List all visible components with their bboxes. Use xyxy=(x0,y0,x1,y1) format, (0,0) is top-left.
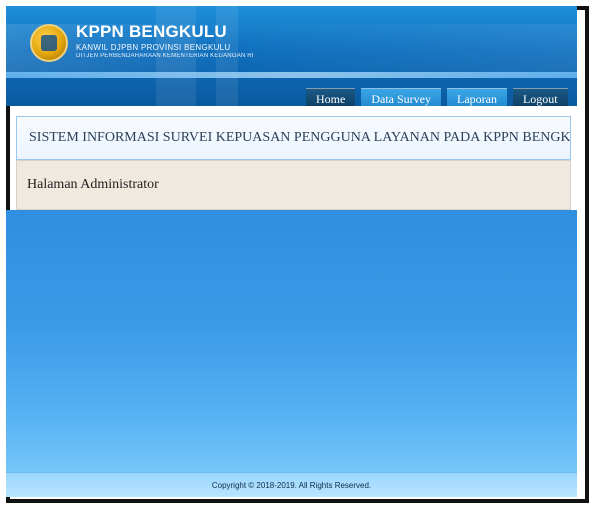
brand-block: KPPN BENGKULU KANWIL DJPBN PROVINSI BENG… xyxy=(76,22,254,59)
site-header: KPPN BENGKULU KANWIL DJPBN PROVINSI BENG… xyxy=(6,6,577,106)
page-title: SISTEM INFORMASI SURVEI KEPUASAN PENGGUN… xyxy=(16,116,571,160)
site-footer: Copyright © 2018-2019. All Rights Reserv… xyxy=(6,472,577,497)
content-area xyxy=(6,210,577,472)
page-title-text: SISTEM INFORMASI SURVEI KEPUASAN PENGGUN… xyxy=(29,130,571,145)
nav-laporan[interactable]: Laporan xyxy=(446,88,507,106)
header-stripe xyxy=(6,72,577,78)
nav-logout[interactable]: Logout xyxy=(512,88,568,106)
nav-data-survey[interactable]: Data Survey xyxy=(361,88,441,106)
site-subtitle-secondary: DITJEN PERBENDAHARAAN KEMENTERIAN KEUANG… xyxy=(76,53,254,59)
kemenkeu-logo-icon xyxy=(30,24,68,62)
admin-section-header: Halaman Administrator xyxy=(16,160,571,210)
main-nav: Home Data Survey Laporan Logout xyxy=(306,88,568,106)
site-name: KPPN BENGKULU xyxy=(76,22,227,41)
site-subtitle: KANWIL DJPBN PROVINSI BENGKULU xyxy=(76,43,231,52)
nav-home[interactable]: Home xyxy=(306,88,356,106)
footer-text: Copyright © 2018-2019. All Rights Reserv… xyxy=(211,480,372,490)
admin-section-title: Halaman Administrator xyxy=(27,177,159,192)
